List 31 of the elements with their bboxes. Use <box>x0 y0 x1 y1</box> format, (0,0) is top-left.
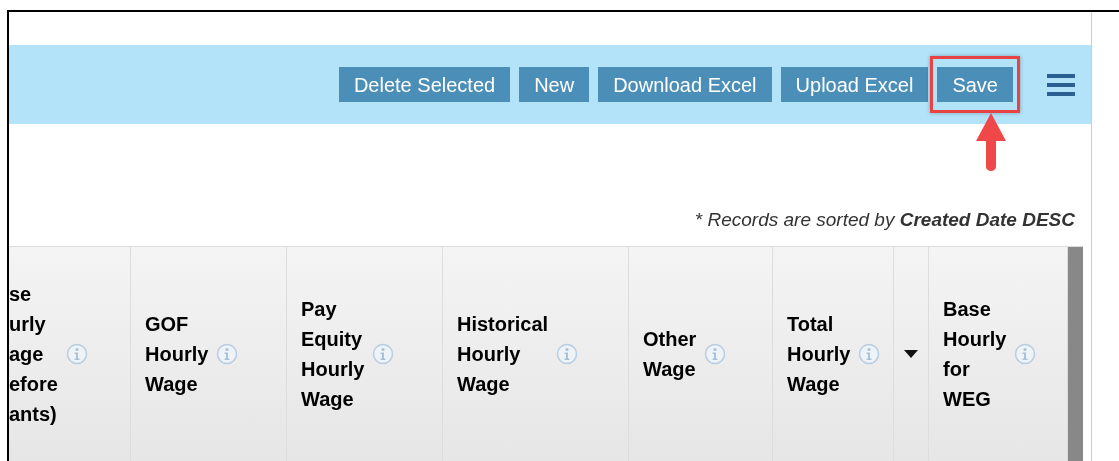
column-header: Historical Hourly Wage <box>457 312 549 397</box>
column-header: Pay Equity Hourly Wage <box>301 297 365 412</box>
column-header: Other Wage <box>643 327 697 382</box>
toolbar-button[interactable]: New <box>519 67 590 102</box>
info-icon[interactable] <box>858 343 881 365</box>
caret-down-icon[interactable] <box>904 350 918 358</box>
column-header: se urly age efore ants) <box>9 282 58 427</box>
column-header: GOF Hourly Wage <box>145 312 209 397</box>
info-icon[interactable] <box>1014 343 1037 365</box>
info-icon[interactable] <box>216 343 239 365</box>
info-icon[interactable] <box>704 343 727 365</box>
header-cell[interactable]: Total Hourly Wage <box>773 247 894 461</box>
scrollbar[interactable] <box>1068 247 1083 461</box>
info-icon[interactable] <box>65 343 88 365</box>
info-icon[interactable] <box>556 343 579 365</box>
info-icon[interactable] <box>372 343 395 365</box>
header-cell[interactable]: Historical Hourly Wage <box>443 247 629 461</box>
header-cell[interactable]: GOF Hourly Wage <box>131 247 287 461</box>
toolbar-button[interactable]: Save <box>937 67 1013 102</box>
header-cell[interactable]: Pay Equity Hourly Wage <box>287 247 443 461</box>
header-cell[interactable]: se urly age efore ants) <box>9 247 131 461</box>
header-cell[interactable] <box>894 247 929 461</box>
column-header: Total Hourly Wage <box>787 312 851 397</box>
header-cell[interactable]: Other Wage <box>629 247 773 461</box>
toolbar-button[interactable]: Upload Excel <box>780 67 929 102</box>
sort-note: * Records are sorted by Created Date DESC <box>694 207 1075 232</box>
toolbar-button[interactable]: Delete Selected <box>338 67 511 102</box>
column-header: Base Hourly for WEG <box>943 297 1007 412</box>
header-cell[interactable]: Base Hourly for WEG <box>929 247 1068 461</box>
menu-icon[interactable] <box>1047 73 1075 96</box>
toolbar-button[interactable]: Download Excel <box>598 67 772 102</box>
